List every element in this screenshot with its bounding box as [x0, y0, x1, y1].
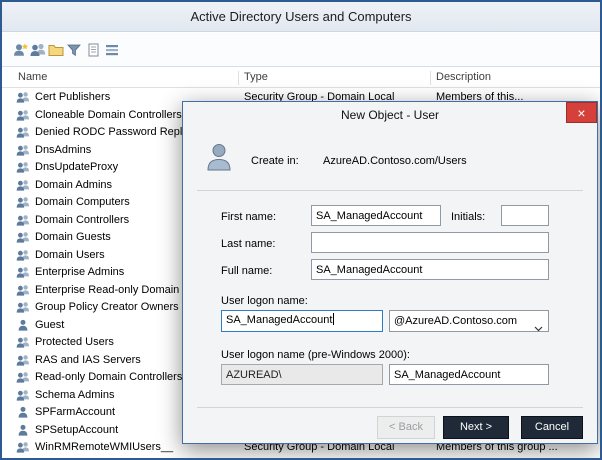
- next-button[interactable]: Next >: [443, 416, 509, 439]
- group-icon: [16, 284, 31, 297]
- new-object-user-dialog: New Object - User × Create in: AzureAD.C…: [182, 101, 598, 444]
- column-header-description[interactable]: Description: [436, 71, 491, 83]
- window-titlebar[interactable]: Active Directory Users and Computers: [2, 2, 600, 32]
- user-icon: [16, 406, 31, 419]
- full-name-label: Full name:: [221, 265, 273, 277]
- group-icon: [16, 214, 31, 227]
- filter-button[interactable]: [64, 41, 84, 61]
- pre2000-name-input[interactable]: [389, 364, 549, 385]
- window-title: Active Directory Users and Computers: [190, 9, 412, 24]
- group-icon: [16, 179, 31, 192]
- chevron-down-icon: [534, 319, 543, 332]
- group-icon: [16, 196, 31, 209]
- new-group-button[interactable]: [28, 41, 48, 61]
- new-ou-icon: [48, 42, 64, 61]
- create-in-label: Create in:: [251, 155, 299, 167]
- toolbar: [2, 33, 600, 67]
- first-name-input[interactable]: [311, 205, 441, 226]
- new-user-button[interactable]: [10, 41, 30, 61]
- aduc-window: Active Directory Users and Computers Nam…: [0, 0, 602, 460]
- column-divider: [430, 71, 431, 85]
- view-columns-icon: [104, 42, 120, 61]
- group-icon: [16, 231, 31, 244]
- first-name-label: First name:: [221, 211, 277, 223]
- last-name-input[interactable]: [311, 232, 549, 253]
- initials-input[interactable]: [501, 205, 549, 226]
- new-user-icon: [12, 42, 29, 61]
- full-name-input[interactable]: [311, 259, 549, 280]
- column-header-type[interactable]: Type: [244, 71, 268, 83]
- new-user-dialog-icon: [205, 142, 233, 172]
- user-logon-name-input[interactable]: SA_ManagedAccount: [221, 310, 383, 332]
- new-group-icon: [30, 42, 46, 61]
- pre-windows-2000-label: User logon name (pre-Windows 2000):: [221, 349, 410, 361]
- group-icon: [16, 144, 31, 157]
- new-ou-button[interactable]: [46, 41, 66, 61]
- user-icon: [16, 424, 31, 437]
- user-icon: [16, 319, 31, 332]
- export-list-icon: [86, 42, 102, 61]
- group-icon: [16, 301, 31, 314]
- group-icon: [16, 389, 31, 402]
- close-icon: ×: [577, 104, 586, 121]
- dialog-titlebar[interactable]: New Object - User: [183, 102, 597, 128]
- column-header-name[interactable]: Name: [18, 71, 47, 83]
- close-button[interactable]: ×: [566, 102, 597, 123]
- logon-domain-value: @AzureAD.Contoso.com: [394, 315, 518, 327]
- group-icon: [16, 371, 31, 384]
- user-logon-name-value: SA_ManagedAccount: [226, 314, 333, 326]
- view-columns-button[interactable]: [102, 41, 122, 61]
- cancel-button[interactable]: Cancel: [521, 416, 583, 439]
- column-divider: [238, 71, 239, 85]
- group-icon: [16, 336, 31, 349]
- last-name-label: Last name:: [221, 238, 276, 250]
- group-icon: [16, 441, 31, 454]
- dialog-title: New Object - User: [340, 108, 440, 122]
- group-icon: [16, 354, 31, 367]
- user-logon-name-label: User logon name:: [221, 295, 308, 307]
- group-icon: [16, 109, 31, 122]
- create-in-path: AzureAD.Contoso.com/Users: [323, 155, 467, 167]
- group-icon: [16, 126, 31, 139]
- group-icon: [16, 249, 31, 262]
- initials-label: Initials:: [451, 211, 486, 223]
- back-button[interactable]: < Back: [377, 416, 435, 439]
- list-header: Name Type Description: [2, 68, 600, 88]
- export-list-button[interactable]: [84, 41, 104, 61]
- group-icon: [16, 266, 31, 279]
- group-icon: [16, 91, 31, 104]
- logon-domain-select[interactable]: @AzureAD.Contoso.com: [389, 310, 549, 332]
- divider: [197, 407, 583, 408]
- pre2000-domain-input[interactable]: [221, 364, 383, 385]
- filter-icon: [66, 42, 82, 61]
- text-caret: [333, 313, 335, 325]
- divider: [197, 190, 583, 191]
- group-icon: [16, 161, 31, 174]
